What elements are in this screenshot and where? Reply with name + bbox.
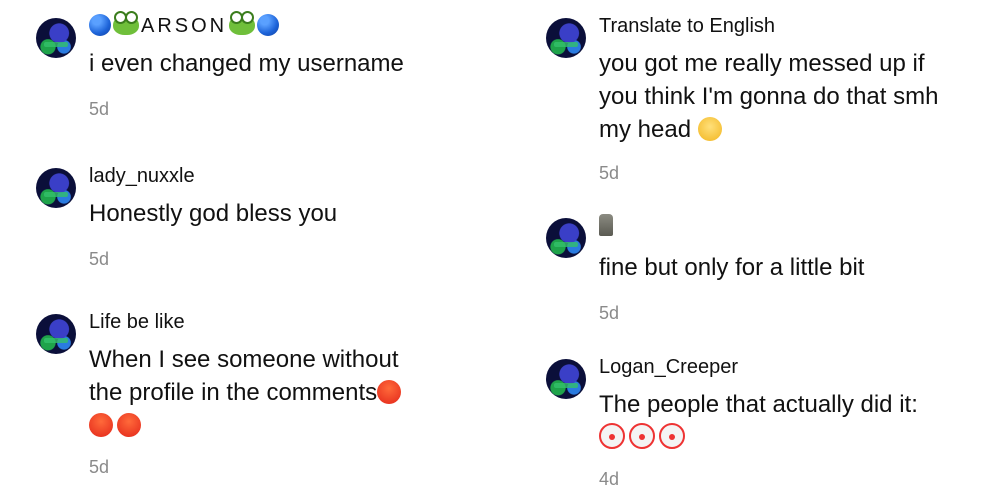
comment-timestamp: 5d — [89, 457, 110, 477]
comment-text: Honestly god bless you — [89, 200, 338, 227]
comment-timestamp: 5d — [89, 249, 110, 269]
clown-face-icon — [599, 423, 625, 449]
comment-text-line: my head — [599, 113, 938, 146]
comment-timestamp: 5d — [599, 163, 620, 183]
comment-text: fine but only for a little bit — [599, 254, 865, 281]
comment-text-line: you got me really messed up if — [599, 50, 925, 77]
comment-body: lady_nuxxle Honestly god bless you 5d — [89, 164, 337, 270]
moai-icon — [599, 214, 613, 236]
comment-username[interactable]: Life be like — [89, 310, 401, 334]
comment-username[interactable]: Translate to English — [599, 14, 938, 38]
frog-icon — [229, 11, 256, 35]
angry-face-icon — [89, 413, 113, 437]
comment-item: fine but only for a little bit 5d — [546, 214, 864, 324]
comment-text-line: you think I'm gonna do that smh — [599, 83, 939, 110]
comment-username[interactable]: Logan_Creeper — [599, 355, 918, 379]
angry-face-icon — [377, 380, 402, 404]
username-text: ARSON — [141, 15, 228, 37]
blue-circle-icon — [89, 14, 111, 36]
comment-text-line — [89, 409, 401, 442]
comment-text: The people that actually did it: — [599, 388, 918, 454]
avatar[interactable] — [36, 168, 76, 208]
clown-face-icon — [659, 423, 685, 449]
comment-timestamp: 5d — [89, 99, 110, 119]
avatar[interactable] — [546, 18, 586, 58]
comment-body: Life be like When I see someone without … — [89, 310, 402, 478]
comment-username[interactable]: lady_nuxxle — [89, 164, 337, 188]
avatar[interactable] — [36, 18, 76, 58]
comment-text-line — [599, 421, 918, 454]
angry-face-icon — [117, 413, 141, 437]
frog-icon — [113, 11, 139, 35]
comment-item: ARSON i even changed my username 5d — [36, 11, 404, 120]
comment-body: ARSON i even changed my username 5d — [89, 11, 404, 120]
comment-body: Logan_Creeper The people that actually d… — [599, 355, 918, 490]
avatar[interactable] — [546, 218, 586, 258]
comment-text-line: the profile in the comments — [89, 376, 402, 409]
comment-text: When I see someone without the profile i… — [89, 343, 402, 442]
comment-item: Logan_Creeper The people that actually d… — [546, 355, 918, 490]
comment-timestamp: 5d — [599, 303, 620, 323]
comment-text-line: The people that actually did it: — [599, 391, 918, 418]
comment-item: Life be like When I see someone without … — [36, 310, 402, 478]
comment-text: i even changed my username — [89, 50, 404, 77]
comment-item: lady_nuxxle Honestly god bless you 5d — [36, 164, 337, 270]
avatar[interactable] — [36, 314, 76, 354]
comment-text-line: When I see someone without — [89, 346, 399, 373]
comment-timestamp: 4d — [599, 469, 620, 489]
comment-text: you got me really messed up if you think… — [599, 47, 938, 146]
comment-username[interactable] — [599, 214, 864, 242]
clown-face-icon — [629, 423, 655, 449]
eye-roll-face-icon — [697, 117, 722, 141]
comment-body: fine but only for a little bit 5d — [599, 214, 864, 324]
comment-text-span: my head — [599, 116, 692, 143]
blue-circle-icon — [257, 14, 280, 36]
comment-username[interactable]: ARSON — [89, 11, 404, 38]
comment-text-span: the profile in the comments — [89, 379, 378, 406]
comment-body: Translate to English you got me really m… — [599, 14, 938, 184]
avatar[interactable] — [546, 359, 586, 399]
comment-item: Translate to English you got me really m… — [546, 14, 938, 184]
